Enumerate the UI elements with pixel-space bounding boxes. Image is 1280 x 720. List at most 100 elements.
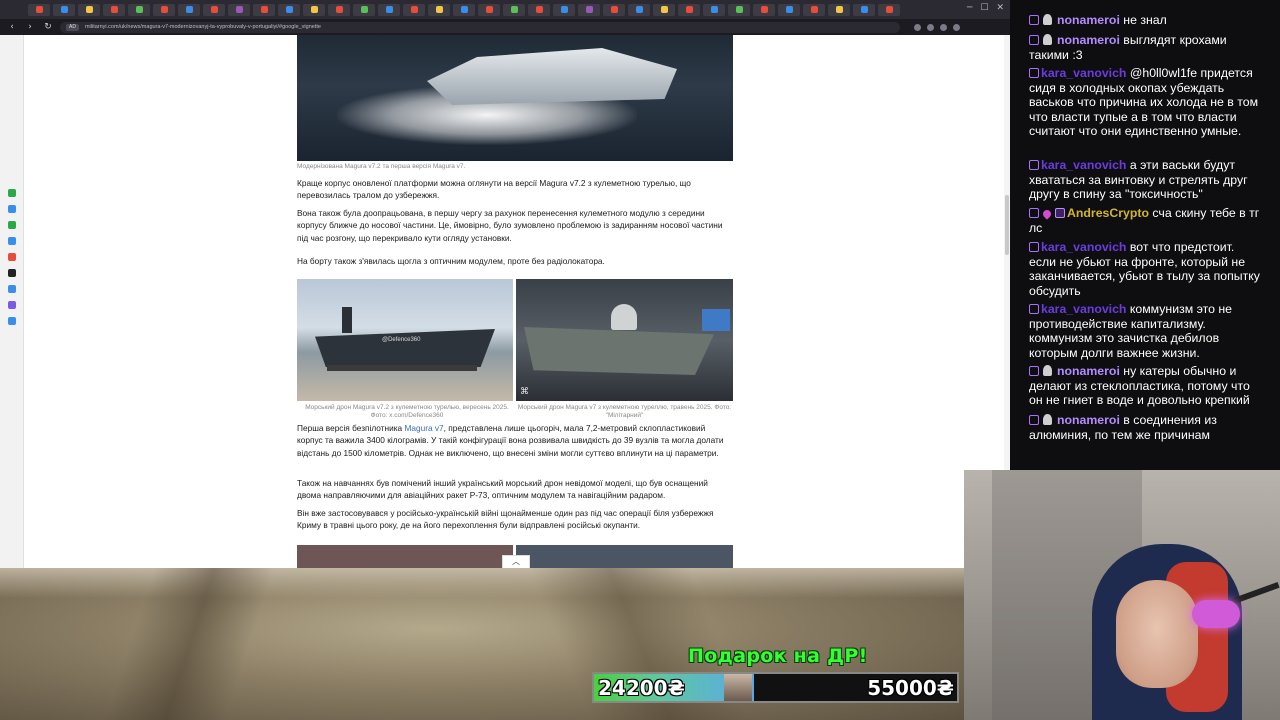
browser-tab[interactable] <box>253 3 275 16</box>
chat-message: AndresCrypto сча скину тебе в тг лс <box>1029 206 1262 235</box>
chat-username[interactable]: nonameroi <box>1057 33 1123 47</box>
browser-tab[interactable] <box>853 3 875 16</box>
sidebar-app-icon[interactable] <box>8 301 16 309</box>
url-text[interactable]: militarnyi.com/uk/news/magura-v7-moderni… <box>85 24 321 30</box>
magura-v7-link[interactable]: Magura v7 <box>404 423 443 433</box>
subscriber-badge-icon[interactable] <box>1029 208 1039 218</box>
browser-tab[interactable] <box>228 3 250 16</box>
browser-tab[interactable] <box>378 3 400 16</box>
sidebar-app-icon[interactable] <box>8 237 16 245</box>
browser-tab[interactable] <box>578 3 600 16</box>
browser-tab[interactable] <box>203 3 225 16</box>
reload-icon[interactable]: ↻ <box>42 22 54 32</box>
browser-tab[interactable] <box>303 3 325 16</box>
browser-tab[interactable] <box>628 3 650 16</box>
address-field[interactable]: AD militarnyi.com/uk/news/magura-v7-mode… <box>60 21 900 33</box>
browser-tab[interactable] <box>878 3 900 16</box>
donation-current-amount: 24200₴ <box>598 676 685 700</box>
subscriber-badge-icon[interactable] <box>1029 415 1039 425</box>
image-thumbnail[interactable] <box>516 545 733 568</box>
scroll-thumb[interactable] <box>1005 195 1009 255</box>
browser-tab[interactable] <box>503 3 525 16</box>
chat-username[interactable]: kara_vanovich <box>1041 240 1130 254</box>
subscriber-badge-icon[interactable] <box>1029 15 1039 25</box>
chat-username[interactable]: AndresCrypto <box>1067 206 1152 220</box>
chat-username[interactable]: nonameroi <box>1057 413 1123 427</box>
chat-username[interactable]: nonameroi <box>1057 364 1123 378</box>
photo-boat-trailer[interactable]: @Defence360 <box>297 279 513 401</box>
extension-icon[interactable] <box>940 23 947 31</box>
scroll-to-top-button[interactable]: ︿ <box>502 555 530 568</box>
maximize-button[interactable]: ☐ <box>980 3 988 13</box>
tab-favicon-icon <box>485 6 493 13</box>
browser-tab[interactable] <box>153 3 175 16</box>
minimize-button[interactable]: ─ <box>967 3 972 13</box>
heart-badge-icon[interactable] <box>1041 208 1053 220</box>
chat-username[interactable]: nonameroi <box>1057 13 1123 27</box>
subscriber-badge-icon[interactable] <box>1029 35 1039 45</box>
browser-tab[interactable] <box>528 3 550 16</box>
tab-favicon-icon <box>110 6 118 13</box>
sidebar-app-icon[interactable] <box>8 285 16 293</box>
chat-username[interactable]: kara_vanovich <box>1041 302 1130 316</box>
sidebar-app-icon[interactable] <box>8 269 16 277</box>
extension-icon[interactable] <box>927 23 934 31</box>
toolbar-icons <box>914 23 960 31</box>
browser-tab[interactable] <box>178 3 200 16</box>
tab-favicon-icon <box>435 6 443 13</box>
browser-tab[interactable] <box>428 3 450 16</box>
sidebar-app-icon[interactable] <box>8 253 16 261</box>
photo-boat-exhibit[interactable]: ⌘ <box>516 279 733 401</box>
browser-tab[interactable] <box>328 3 350 16</box>
streamer-face <box>1116 580 1198 688</box>
browser-tab[interactable] <box>553 3 575 16</box>
browser-tab[interactable] <box>128 3 150 16</box>
browser-tab[interactable] <box>653 3 675 16</box>
subscriber-badge-icon[interactable] <box>1029 242 1039 252</box>
browser-tab[interactable] <box>803 3 825 16</box>
gift-badge-icon[interactable] <box>1055 208 1065 218</box>
paragraph-2: Вона також була доопрацьована, в першу ч… <box>297 208 723 243</box>
tab-bar: ─ ☐ ✕ <box>0 0 1010 19</box>
subscriber-badge-icon[interactable] <box>1029 304 1039 314</box>
browser-tab[interactable] <box>453 3 475 16</box>
browser-tab[interactable] <box>28 3 50 16</box>
browser-tab[interactable] <box>728 3 750 16</box>
forward-icon[interactable]: › <box>24 22 36 32</box>
chat-badge-icon[interactable] <box>1043 34 1052 45</box>
donation-goal-title: Подарок на ДР! <box>688 645 868 667</box>
browser-tab[interactable] <box>103 3 125 16</box>
sidebar-app-icon[interactable] <box>8 205 16 213</box>
subscriber-badge-icon[interactable] <box>1029 366 1039 376</box>
browser-tab[interactable] <box>278 3 300 16</box>
browser-tab[interactable] <box>478 3 500 16</box>
sidebar-app-icon[interactable] <box>8 189 16 197</box>
chat-badge-icon[interactable] <box>1043 14 1052 25</box>
browser-tab[interactable] <box>53 3 75 16</box>
subscriber-badge-icon[interactable] <box>1029 160 1039 170</box>
browser-tab[interactable] <box>703 3 725 16</box>
chat-username[interactable]: kara_vanovich <box>1041 158 1130 172</box>
close-button[interactable]: ✕ <box>996 3 1004 13</box>
back-icon[interactable]: ‹ <box>6 22 18 32</box>
extension-icon[interactable] <box>914 23 921 31</box>
sidebar-app-icon[interactable] <box>8 221 16 229</box>
browser-tab[interactable] <box>678 3 700 16</box>
chat-badge-icon[interactable] <box>1043 365 1052 376</box>
chat-username[interactable]: kara_vanovich <box>1041 66 1130 80</box>
browser-tab[interactable] <box>828 3 850 16</box>
sidebar-app-icon[interactable] <box>8 317 16 325</box>
tab-favicon-icon <box>685 6 693 13</box>
extension-icon[interactable] <box>953 23 960 31</box>
browser-tab[interactable] <box>778 3 800 16</box>
tab-favicon-icon <box>510 6 518 13</box>
image-thumbnail[interactable] <box>297 545 513 568</box>
browser-tab[interactable] <box>403 3 425 16</box>
browser-tab[interactable] <box>78 3 100 16</box>
subscriber-badge-icon[interactable] <box>1029 68 1039 78</box>
browser-tab[interactable] <box>753 3 775 16</box>
browser-tab[interactable] <box>353 3 375 16</box>
tab-favicon-icon <box>260 6 268 13</box>
browser-tab[interactable] <box>603 3 625 16</box>
chat-badge-icon[interactable] <box>1043 414 1052 425</box>
